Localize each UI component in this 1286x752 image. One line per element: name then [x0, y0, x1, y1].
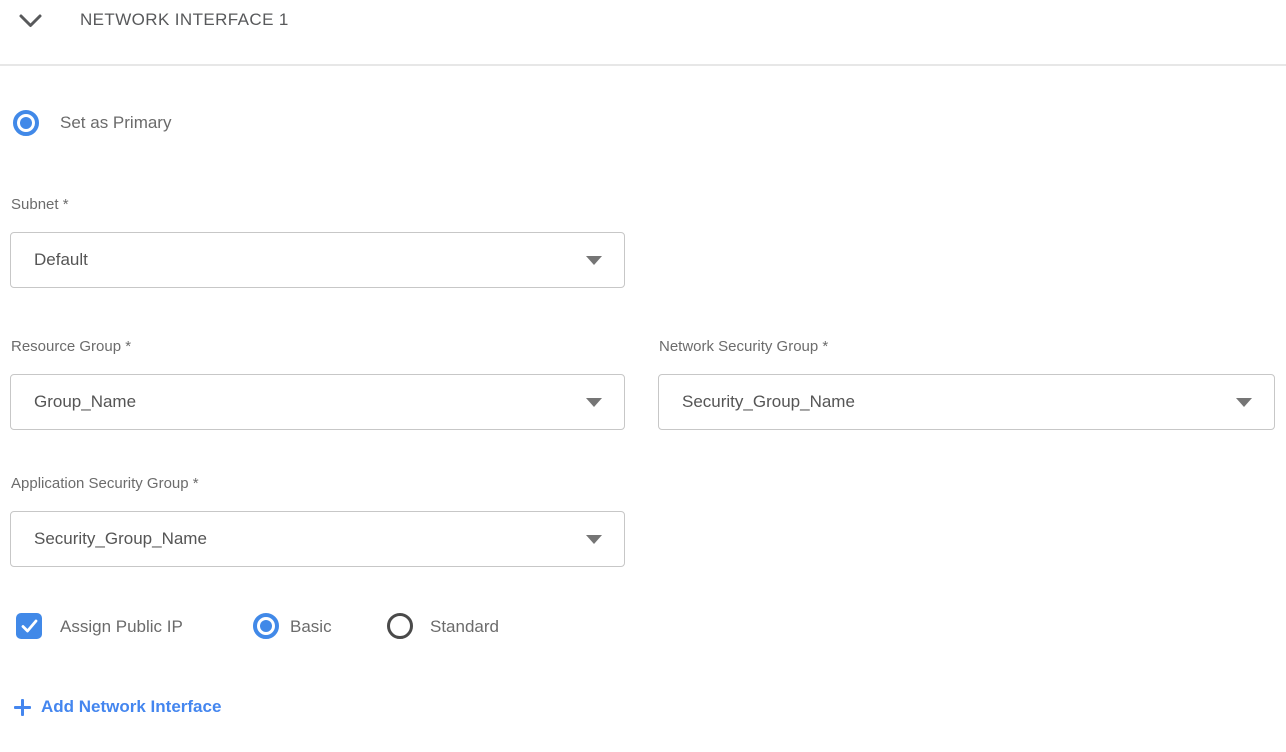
chevron-down-icon[interactable]	[18, 13, 43, 29]
plus-icon	[14, 699, 31, 716]
section-title: NETWORK INTERFACE 1	[80, 10, 289, 30]
set-as-primary-option: Set as Primary	[13, 110, 39, 136]
radio-dot	[260, 620, 272, 632]
add-network-interface-button[interactable]: Add Network Interface	[14, 695, 221, 719]
set-as-primary-radio[interactable]	[13, 110, 39, 136]
application-security-group-value: Security_Group_Name	[34, 529, 207, 549]
application-security-group-label: Application Security Group *	[11, 475, 199, 492]
section-divider	[0, 64, 1286, 66]
public-ip-options-row: Assign Public IP Basic Standard	[0, 613, 1286, 641]
resource-group-label: Resource Group *	[11, 338, 131, 355]
network-security-group-dropdown[interactable]: Security_Group_Name	[658, 374, 1275, 430]
dropdown-arrow-icon	[586, 256, 602, 265]
chevron-down-icon-svg	[18, 13, 43, 29]
application-security-group-dropdown[interactable]: Security_Group_Name	[10, 511, 625, 567]
basic-radio-label: Basic	[290, 614, 332, 640]
add-network-interface-label: Add Network Interface	[41, 697, 221, 717]
subnet-dropdown[interactable]: Default	[10, 232, 625, 288]
assign-public-ip-label: Assign Public IP	[60, 614, 183, 640]
section-header-network-interface-1[interactable]: NETWORK INTERFACE 1	[0, 0, 1286, 34]
radio-dot	[20, 117, 32, 129]
dropdown-arrow-icon	[586, 535, 602, 544]
basic-radio[interactable]	[253, 613, 279, 639]
set-as-primary-label: Set as Primary	[60, 110, 171, 136]
network-security-group-label: Network Security Group *	[659, 338, 828, 355]
subnet-value: Default	[34, 250, 88, 270]
assign-public-ip-checkbox[interactable]	[16, 613, 42, 639]
subnet-label: Subnet *	[11, 196, 69, 213]
network-security-group-value: Security_Group_Name	[682, 392, 855, 412]
standard-radio-label: Standard	[430, 614, 499, 640]
resource-group-dropdown[interactable]: Group_Name	[10, 374, 625, 430]
checkmark-icon	[21, 619, 38, 633]
network-interface-panel: NETWORK INTERFACE 1 Set as Primary Subne…	[0, 0, 1286, 752]
resource-group-value: Group_Name	[34, 392, 136, 412]
standard-radio[interactable]	[387, 613, 413, 639]
dropdown-arrow-icon	[1236, 398, 1252, 407]
dropdown-arrow-icon	[586, 398, 602, 407]
